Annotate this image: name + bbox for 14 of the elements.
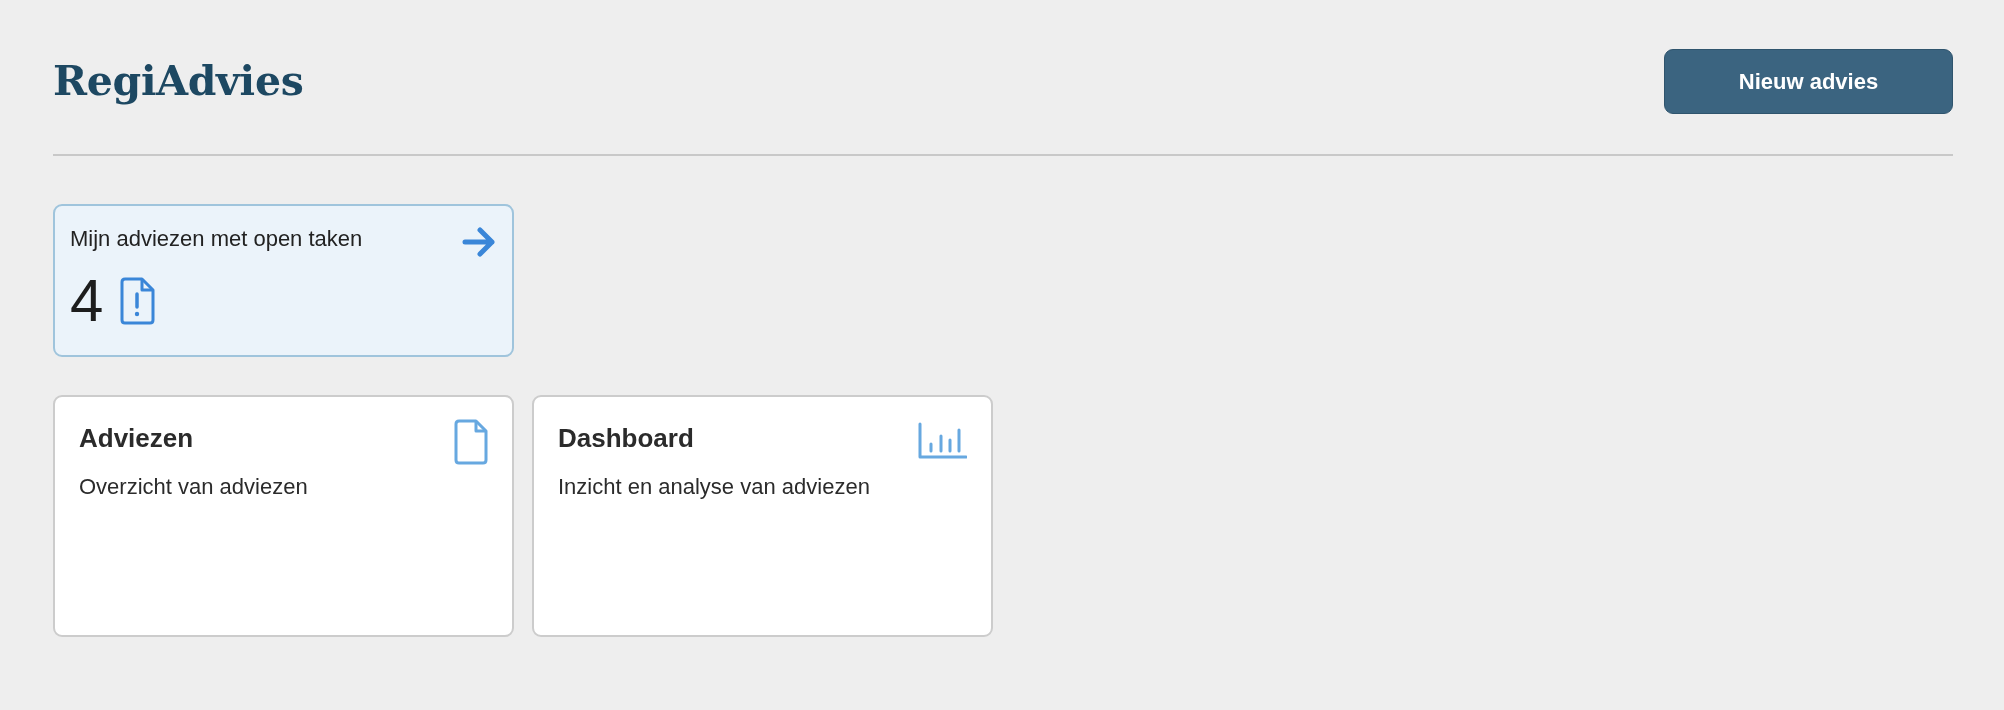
- open-tasks-count: 4: [70, 271, 104, 331]
- open-tasks-title: Mijn adviezen met open taken: [70, 226, 363, 253]
- tile-title: Adviezen: [79, 423, 195, 455]
- navigation-tile[interactable]: Dashboard Inzicht en analyse van adviezen: [532, 395, 993, 637]
- navigation-tile[interactable]: Adviezen Overzicht van adviezen: [53, 395, 514, 637]
- document-icon: [454, 419, 488, 465]
- open-tasks-card[interactable]: Mijn adviezen met open taken 4: [53, 204, 514, 357]
- tile-title: Dashboard: [558, 423, 695, 455]
- arrow-right-icon[interactable]: [462, 227, 496, 257]
- new-advice-button[interactable]: Nieuw advies: [1664, 49, 1953, 114]
- document-exclamation-icon: [119, 277, 156, 325]
- bar-chart-icon: [918, 422, 967, 459]
- tile-description: Overzicht van adviezen: [79, 474, 308, 501]
- tile-description: Inzicht en analyse van adviezen: [558, 474, 870, 501]
